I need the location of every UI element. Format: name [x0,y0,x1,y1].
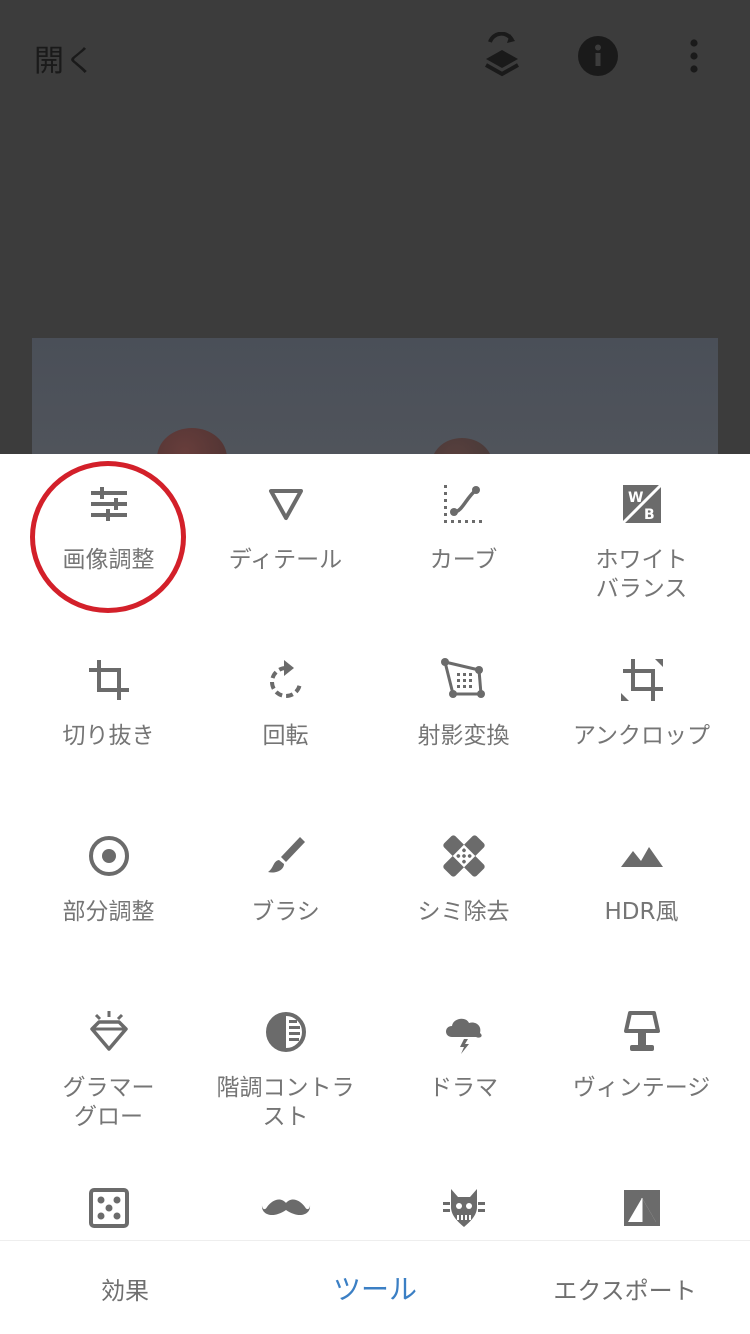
fruit-shape [432,438,492,454]
brush-icon [260,830,312,882]
vintage-lamp-icon [616,1006,668,1058]
tool-healing[interactable]: シミ除去 [370,830,557,927]
tool-hdr[interactable]: HDR風 [548,830,735,927]
rotate-icon [260,654,312,706]
tool-drama[interactable]: ドラマ [370,1006,557,1103]
tool-label: 階調コントラ スト [216,1075,355,1130]
crop-icon [83,654,135,706]
perspective-icon [438,654,490,706]
tool-grunge[interactable] [370,1182,557,1240]
triangle-icon [260,478,312,530]
svg-text:B: B [644,507,655,523]
healing-icon [438,830,490,882]
tool-white-balance[interactable]: W B ホワイト バランス [548,478,735,604]
tool-label: カーブ [429,547,498,573]
tool-label: グラマー グロー [62,1075,155,1130]
more-vert-icon[interactable] [670,30,718,82]
black-white-icon [616,1182,668,1234]
tool-brush[interactable]: ブラシ [192,830,379,927]
mustache-icon [260,1182,312,1234]
tool-label: 部分調整 [62,899,155,925]
tool-label: 射影変換 [417,723,510,749]
image-preview-area: 開く [0,0,750,454]
tool-label: 画像調整 [62,547,155,573]
svg-text:W: W [628,490,643,506]
selective-icon [83,830,135,882]
tab-effects[interactable]: 効果 [0,1241,250,1334]
info-icon[interactable] [574,30,622,82]
tool-label: HDR風 [604,899,679,925]
white-balance-icon: W B [616,478,668,530]
tool-perspective[interactable]: 射影変換 [370,654,557,751]
tool-curves[interactable]: カーブ [370,478,557,575]
open-button[interactable]: 開く [34,36,96,80]
tool-label: シミ除去 [417,899,510,925]
tool-crop[interactable]: 切り抜き [15,654,202,751]
tool-glamour-glow[interactable]: グラマー グロー [15,1006,202,1132]
grainy-film-icon [83,1182,135,1234]
hdr-icon [616,830,668,882]
bottom-tab-bar: 効果 ツール エクスポート [0,1240,750,1334]
tool-tune-image[interactable]: 画像調整 [15,478,202,575]
photo-preview [32,338,718,454]
tool-tonal-contrast[interactable]: 階調コントラ スト [192,1006,379,1132]
tool-vintage[interactable]: ヴィンテージ [548,1006,735,1103]
tool-expand[interactable]: アンクロップ [548,654,735,751]
tool-label: ディテール [228,547,343,573]
drama-icon [438,1006,490,1058]
tool-black-white[interactable] [548,1182,735,1240]
fruit-shape [157,428,227,454]
grunge-icon [438,1182,490,1234]
tool-label: 切り抜き [62,723,155,749]
tool-details[interactable]: ディテール [192,478,379,575]
expand-icon [616,654,668,706]
tab-tools[interactable]: ツール [250,1241,500,1334]
tools-sheet: 画像調整 ディテール カーブ W B ホワイト バランス 切り抜き 回転 射影変… [0,454,750,1240]
tonal-contrast-icon [260,1006,312,1058]
tool-label: ブラシ [251,899,320,925]
diamond-icon [83,1006,135,1058]
layers-icon[interactable] [478,30,526,82]
tool-label: 回転 [262,723,309,749]
tab-export[interactable]: エクスポート [500,1241,750,1334]
tool-label: ドラマ [429,1075,498,1101]
tool-label: アンクロップ [572,723,711,749]
tool-label: ホワイト バランス [595,547,688,602]
tune-icon [83,478,135,530]
tool-selective[interactable]: 部分調整 [15,830,202,927]
tool-noir[interactable] [192,1182,379,1240]
curves-icon [438,478,490,530]
tool-rotate[interactable]: 回転 [192,654,379,751]
tool-label: ヴィンテージ [572,1075,711,1101]
tool-grainy-film[interactable] [15,1182,202,1240]
